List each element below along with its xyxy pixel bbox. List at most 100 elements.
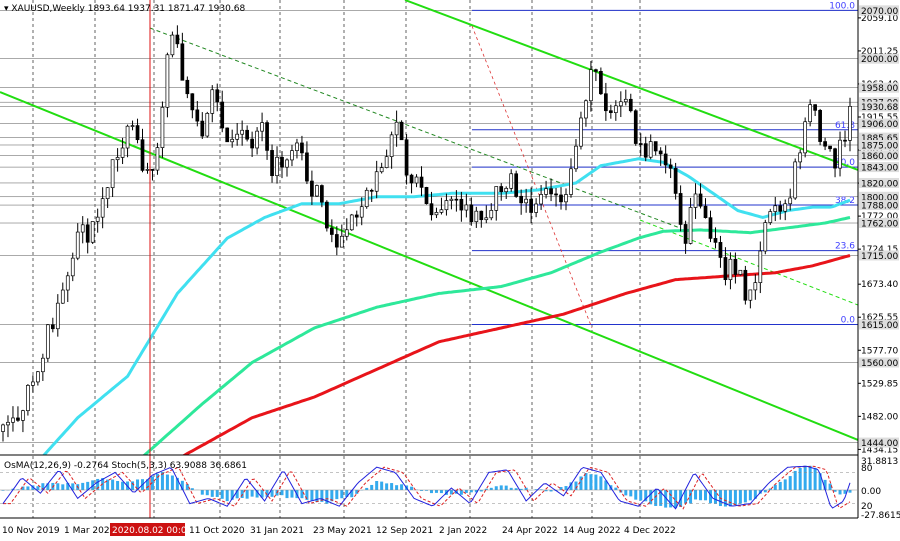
osma-bar bbox=[848, 490, 852, 493]
chart-background bbox=[0, 0, 900, 541]
osma-bar bbox=[434, 490, 438, 493]
candle-body bbox=[280, 156, 284, 168]
candle-body bbox=[275, 156, 279, 177]
osma-bar bbox=[699, 490, 703, 501]
fib-label: 100.0 bbox=[829, 1, 855, 11]
osma-bar bbox=[56, 483, 60, 490]
candle-body bbox=[469, 204, 474, 223]
candle-body bbox=[608, 110, 613, 113]
price-chart[interactable]: 100.061.850.038.223.60.02059.102011.2519… bbox=[0, 0, 900, 541]
candle-body bbox=[300, 142, 304, 154]
x-tick-label: 31 Jan 2021 bbox=[250, 526, 304, 536]
candle-body bbox=[16, 417, 20, 421]
candle-body bbox=[843, 139, 847, 142]
osma-bar bbox=[250, 490, 254, 497]
osma-bar bbox=[205, 490, 209, 496]
osma-bar bbox=[489, 487, 493, 490]
candle-body bbox=[41, 357, 45, 373]
candle-body bbox=[295, 142, 299, 151]
osma-bar bbox=[833, 490, 837, 492]
candle-body bbox=[205, 113, 210, 137]
candle-body bbox=[638, 143, 643, 145]
candle-body bbox=[125, 125, 130, 149]
osma-bar bbox=[131, 481, 135, 490]
candle-body bbox=[315, 185, 319, 197]
x-tick-label: 2 Jan 2022 bbox=[439, 526, 487, 536]
candle-body bbox=[354, 214, 359, 218]
candle-body bbox=[90, 221, 95, 243]
osma-bar bbox=[410, 486, 414, 490]
osma-bar bbox=[509, 487, 513, 490]
candle-body bbox=[653, 141, 658, 152]
osma-bar bbox=[584, 473, 588, 490]
candle-body bbox=[723, 257, 728, 281]
candle-body bbox=[698, 193, 703, 207]
candle-body bbox=[394, 121, 399, 136]
candle-body bbox=[245, 129, 249, 140]
level-label: 1444.00 bbox=[861, 439, 898, 449]
osma-bar bbox=[111, 479, 115, 490]
candle-body bbox=[220, 101, 225, 129]
candle-body bbox=[250, 138, 254, 149]
level-label: 1820.00 bbox=[861, 179, 898, 189]
candle-body bbox=[1, 424, 5, 432]
candle-body bbox=[180, 43, 185, 81]
candle-body bbox=[95, 216, 100, 222]
candle-body bbox=[135, 125, 140, 141]
candle-body bbox=[708, 217, 713, 239]
level-label: 1860.00 bbox=[861, 152, 898, 162]
osma-bar bbox=[793, 470, 797, 490]
candle-body bbox=[623, 98, 628, 103]
osma-bar bbox=[170, 475, 174, 490]
osma-bar bbox=[808, 465, 812, 490]
candle-body bbox=[604, 93, 608, 112]
osma-bar bbox=[743, 490, 747, 503]
level-label: 1930.68 bbox=[861, 103, 898, 113]
x-tick-label: 11 Oct 2020 bbox=[189, 526, 245, 536]
candle-body bbox=[753, 282, 758, 291]
osma-bar bbox=[290, 490, 294, 498]
osc-tick-label: 80 bbox=[861, 464, 873, 474]
candle-body bbox=[165, 54, 170, 108]
osma-bar bbox=[629, 490, 633, 497]
candle-body bbox=[45, 324, 50, 359]
crosshair-time-label: 2020.08.02 00:00 bbox=[112, 526, 193, 536]
candle-body bbox=[404, 139, 409, 176]
level-label: 1906.00 bbox=[861, 120, 898, 130]
osc-tick-label: 0.00 bbox=[861, 487, 881, 497]
candle-body bbox=[688, 207, 693, 244]
candle-body bbox=[265, 122, 269, 151]
candle-body bbox=[524, 198, 528, 204]
candle-body bbox=[65, 275, 70, 291]
osma-bar bbox=[788, 476, 792, 490]
osma-bar bbox=[763, 490, 767, 493]
candle-body bbox=[364, 189, 369, 208]
candle-body bbox=[813, 104, 817, 111]
osma-bar bbox=[639, 490, 643, 501]
candle-body bbox=[409, 174, 414, 184]
x-tick-label: 24 Apr 2022 bbox=[502, 526, 558, 536]
candle-body bbox=[514, 173, 519, 197]
osma-bar bbox=[738, 490, 742, 504]
candle-body bbox=[185, 79, 190, 95]
candle-body bbox=[803, 121, 808, 154]
candle-body bbox=[310, 180, 314, 197]
candle-body bbox=[559, 194, 563, 203]
candle-body bbox=[70, 257, 75, 277]
candle-body bbox=[628, 98, 633, 112]
fib-label: 61.8 bbox=[835, 121, 855, 131]
osma-bar bbox=[340, 490, 344, 499]
candle-body bbox=[200, 120, 205, 137]
candle-body bbox=[60, 289, 65, 304]
candle-body bbox=[75, 231, 80, 259]
osma-bar bbox=[61, 484, 65, 490]
candle-body bbox=[678, 193, 683, 225]
osma-bar bbox=[385, 483, 389, 490]
level-label: 1958.00 bbox=[861, 84, 898, 94]
x-tick-label: 14 Aug 2022 bbox=[563, 526, 621, 536]
candle-body bbox=[613, 105, 618, 113]
candle-body bbox=[120, 147, 125, 158]
osma-bar bbox=[121, 481, 125, 490]
candle-body bbox=[828, 145, 832, 150]
candle-body bbox=[235, 133, 240, 140]
